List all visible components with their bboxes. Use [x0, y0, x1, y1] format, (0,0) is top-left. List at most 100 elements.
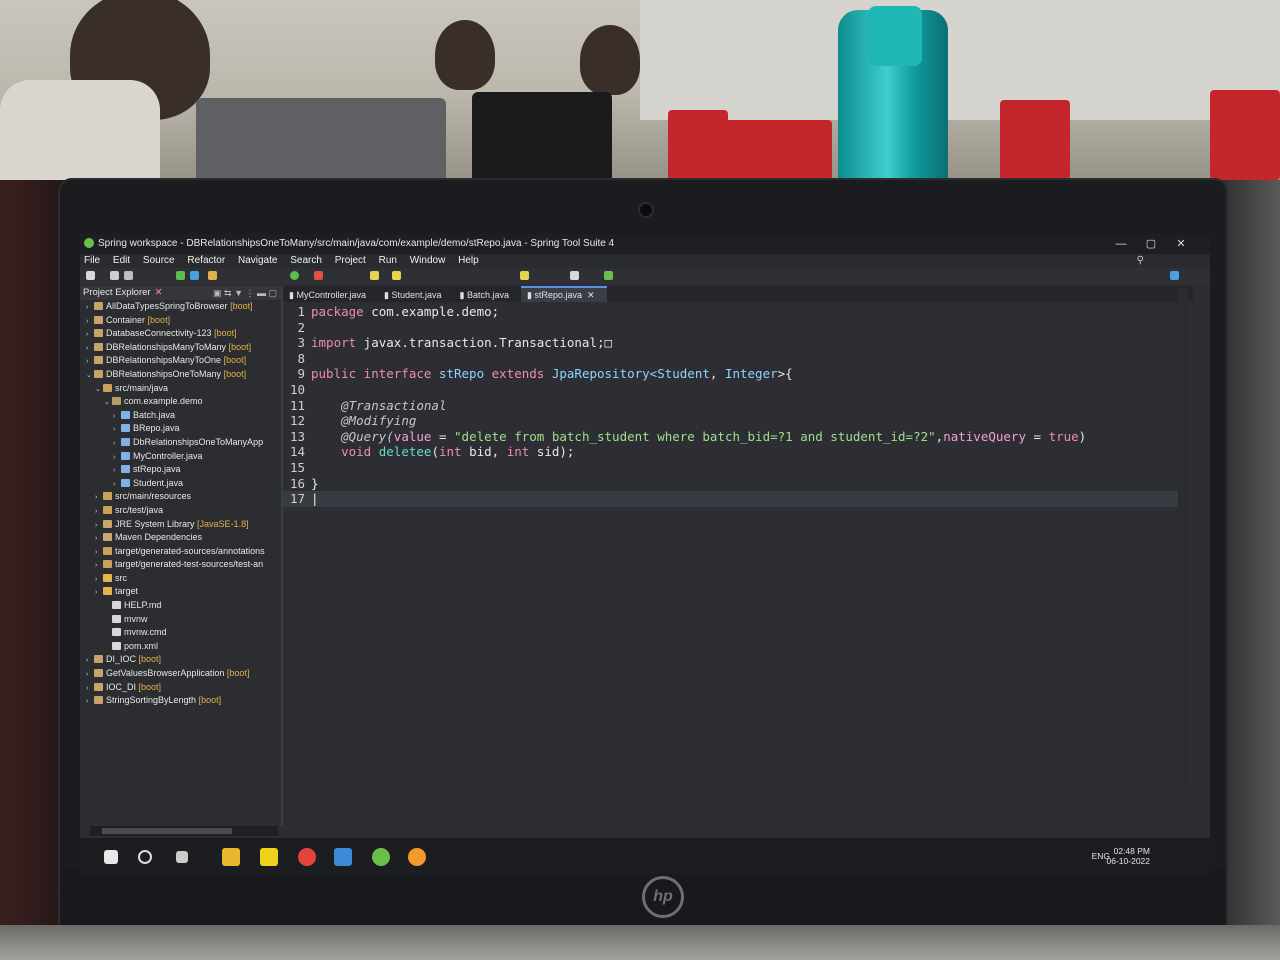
tree-item[interactable]: › BRepo.java [80, 422, 281, 436]
app-icon[interactable] [334, 848, 352, 866]
menu-search[interactable]: Search [290, 255, 322, 266]
tree-item[interactable]: HELP.md [80, 599, 281, 613]
tree-item[interactable]: › target/generated-test-sources/test-an [80, 558, 281, 572]
forward-icon[interactable] [570, 271, 579, 280]
menu-refactor[interactable]: Refactor [187, 255, 225, 266]
debug-icon[interactable] [176, 271, 185, 280]
expand-arrow-icon[interactable]: › [86, 301, 94, 314]
tree-item[interactable]: ⌄ com.example.demo [80, 395, 281, 409]
expand-arrow-icon[interactable]: ⌄ [104, 396, 112, 409]
tree-item[interactable]: › target [80, 585, 281, 599]
file-explorer-icon[interactable] [222, 848, 240, 866]
tree-item[interactable]: › MyController.java [80, 450, 281, 464]
annotation-icon[interactable] [392, 271, 401, 280]
tree-item[interactable]: › src [80, 572, 281, 586]
java-perspective-icon[interactable] [1170, 271, 1179, 280]
tree-item[interactable]: › AllDataTypesSpringToBrowser [boot] [80, 300, 281, 314]
expand-arrow-icon[interactable]: › [86, 328, 94, 341]
tab-mycontroller[interactable]: ▮ MyController.java [283, 287, 378, 303]
boot-dashboard-icon[interactable] [208, 271, 217, 280]
menu-run[interactable]: Run [379, 255, 397, 266]
expand-arrow-icon[interactable]: › [86, 654, 94, 667]
expand-arrow-icon[interactable]: › [113, 464, 121, 477]
menu-window[interactable]: Window [410, 255, 446, 266]
tree-item[interactable]: › DBRelationshipsManyToOne [boot] [80, 354, 281, 368]
run-icon[interactable] [290, 271, 299, 280]
run-external-icon[interactable] [314, 271, 323, 280]
explorer-tools[interactable]: ▣ ⇆ ▼ ⋮ ▬ ▢ [213, 286, 277, 300]
perspective-icon[interactable] [604, 271, 613, 280]
explorer-title[interactable]: Project Explorer [83, 287, 151, 298]
maximize-button[interactable]: ▢ [1136, 234, 1166, 254]
save-icon[interactable] [110, 271, 119, 280]
tab-student[interactable]: ▮ Student.java [378, 287, 454, 303]
expand-arrow-icon[interactable]: › [95, 573, 103, 586]
expand-arrow-icon[interactable]: › [95, 559, 103, 572]
tab-strepo[interactable]: ▮ stRepo.java ✕ [520, 286, 607, 302]
expand-arrow-icon[interactable]: › [86, 682, 94, 695]
expand-arrow-icon[interactable]: › [95, 586, 103, 599]
tree-item[interactable]: › target/generated-sources/annotations [80, 545, 281, 559]
tree-item[interactable]: mvnw [80, 613, 281, 627]
menu-navigate[interactable]: Navigate [238, 255, 277, 266]
expand-arrow-icon[interactable]: › [86, 695, 94, 708]
code-area[interactable]: 1 package com.example.demo; 2 3 import jav… [283, 304, 1183, 507]
tree-item[interactable]: › DI_IOC [boot] [80, 653, 281, 667]
expand-arrow-icon[interactable]: › [113, 451, 121, 464]
expand-arrow-icon[interactable]: › [86, 342, 94, 355]
tree-item[interactable]: pom.xml [80, 640, 281, 654]
expand-arrow-icon[interactable]: › [86, 315, 94, 328]
expand-arrow-icon[interactable]: › [95, 546, 103, 559]
scrollbar-thumb[interactable] [102, 828, 232, 834]
expand-arrow-icon[interactable]: › [113, 478, 121, 491]
back-icon[interactable] [520, 271, 529, 280]
expand-arrow-icon[interactable]: › [86, 355, 94, 368]
explorer-horizontal-scrollbar[interactable] [90, 826, 278, 836]
chrome-icon[interactable] [298, 848, 316, 866]
new-icon[interactable] [86, 271, 95, 280]
tree-item[interactable]: › DBRelationshipsManyToMany [boot] [80, 341, 281, 355]
expand-arrow-icon[interactable]: › [86, 668, 94, 681]
menu-help[interactable]: Help [458, 255, 479, 266]
tree-item[interactable]: › DbRelationshipsOneToManyApp [80, 436, 281, 450]
menu-file[interactable]: File [84, 255, 100, 266]
expand-arrow-icon[interactable]: ⌄ [95, 383, 103, 396]
expand-arrow-icon[interactable]: › [95, 519, 103, 532]
expand-arrow-icon[interactable]: ⌄ [86, 369, 94, 382]
expand-arrow-icon[interactable]: › [113, 437, 121, 450]
menu-project[interactable]: Project [335, 255, 366, 266]
tree-item[interactable]: › JRE System Library [JavaSE-1.8] [80, 518, 281, 532]
expand-arrow-icon[interactable]: › [95, 532, 103, 545]
tree-item[interactable]: › GetValuesBrowserApplication [boot] [80, 667, 281, 681]
close-button[interactable]: ✕ [1166, 234, 1196, 254]
tree-item[interactable]: › Maven Dependencies [80, 531, 281, 545]
search-toolbar-icon[interactable] [370, 271, 379, 280]
tree-item[interactable]: › src/test/java [80, 504, 281, 518]
tree-item[interactable]: › IOC_DI [boot] [80, 681, 281, 695]
tab-close-icon[interactable]: ✕ [587, 290, 595, 300]
spring-tool-suite-icon[interactable] [372, 848, 390, 866]
windows-start-icon[interactable] [104, 850, 118, 864]
tree-item[interactable]: › DatabaseConnectivity-123 [boot] [80, 327, 281, 341]
expand-arrow-icon[interactable]: › [113, 410, 121, 423]
tree-item[interactable]: › Batch.java [80, 409, 281, 423]
search-icon[interactable]: ⚲ [1137, 254, 1144, 268]
tree-item[interactable]: › Student.java [80, 477, 281, 491]
expand-arrow-icon[interactable]: › [95, 505, 103, 518]
tree-item[interactable]: › stRepo.java [80, 463, 281, 477]
minimize-button[interactable]: — [1106, 234, 1136, 254]
menu-source[interactable]: Source [143, 255, 175, 266]
tree-item[interactable]: mvnw.cmd [80, 626, 281, 640]
save-all-icon[interactable] [124, 271, 133, 280]
tree-item[interactable]: › Container [boot] [80, 314, 281, 328]
editor-vertical-scrollbar[interactable] [1178, 288, 1188, 788]
expand-arrow-icon[interactable]: › [95, 491, 103, 504]
tab-batch[interactable]: ▮ Batch.java [453, 287, 520, 303]
open-type-icon[interactable] [190, 271, 199, 280]
sublime-icon[interactable] [408, 848, 426, 866]
tree-item[interactable]: › src/main/resources [80, 490, 281, 504]
search-taskbar-icon[interactable] [138, 850, 152, 864]
tree-item[interactable]: ⌄ DBRelationshipsOneToMany [boot] [80, 368, 281, 382]
explorer-close-icon[interactable]: ✕ [155, 287, 163, 298]
tree-item[interactable]: ⌄ src/main/java [80, 382, 281, 396]
